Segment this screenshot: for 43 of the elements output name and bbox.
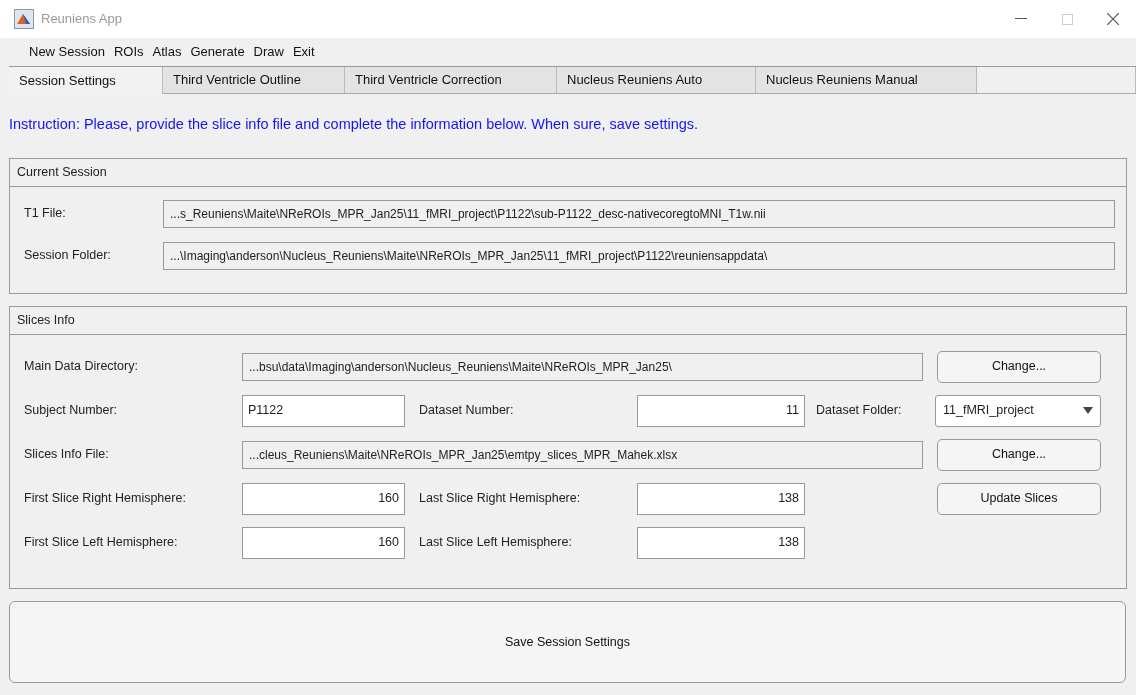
field-label: First Slice Right Hemisphere: bbox=[24, 490, 187, 508]
update-slices-button[interactable]: Update Slices bbox=[937, 482, 1101, 515]
menu-item[interactable]: Exit bbox=[289, 42, 318, 62]
field-label: Dataset Number: bbox=[419, 402, 515, 420]
field-label: Session Folder: bbox=[23, 247, 112, 265]
menu-item[interactable]: Generate bbox=[187, 42, 248, 62]
dropdown[interactable]: 11_fMRI_project bbox=[935, 394, 1101, 427]
field-label: T1 File: bbox=[23, 205, 67, 223]
field-label: Last Slice Left Hemisphere: bbox=[419, 534, 573, 552]
panel-title: Current Session bbox=[10, 159, 1126, 187]
text-field[interactable]: P1122 bbox=[242, 394, 405, 427]
number-field[interactable]: 138 bbox=[637, 526, 805, 559]
save-session-settings-button[interactable]: Save Session Settings bbox=[9, 601, 1126, 683]
number-field[interactable]: 160 bbox=[242, 526, 405, 559]
menu-item[interactable]: ROIs bbox=[110, 42, 147, 62]
field-label: Main Data Directory: bbox=[24, 358, 139, 376]
tab[interactable]: Third Ventricle Outline bbox=[163, 67, 345, 93]
menu-item[interactable]: Atlas bbox=[149, 42, 185, 62]
panel-title: Slices Info bbox=[10, 307, 1126, 335]
field-label: Slices Info File: bbox=[24, 446, 110, 464]
tab[interactable]: Nucleus Reuniens Manual bbox=[756, 67, 977, 93]
field-label: Dataset Folder: bbox=[816, 402, 903, 420]
path-field[interactable]: ...\Imaging\anderson\Nucleus_Reuniens\Maite\NReROIs_MPR_Jan25\11_fMRI_project\P1122\reuniensappdata\ bbox=[163, 241, 1115, 270]
caret-icon bbox=[1083, 407, 1093, 415]
menu-item[interactable]: Draw bbox=[250, 42, 287, 62]
tab[interactable]: Nucleus Reuniens Auto bbox=[557, 67, 756, 93]
number-field[interactable]: 160 bbox=[242, 482, 405, 515]
field-label: First Slice Left Hemisphere: bbox=[24, 534, 179, 552]
path-field[interactable]: ...s_Reuniens\Maite\NReROIs_MPR_Jan25\11_fMRI_project\P1122\sub-P1122_desc-nativecoregtoMNI_T1w.nii bbox=[163, 199, 1115, 228]
tab[interactable]: Third Ventricle Correction bbox=[345, 67, 557, 93]
change-button[interactable]: Change... bbox=[937, 350, 1101, 383]
window-title: Reuniens App bbox=[41, 10, 122, 29]
app-logo-icon bbox=[14, 9, 34, 29]
field-label: Last Slice Right Hemisphere: bbox=[419, 490, 582, 508]
path-field[interactable]: ...cleus_Reuniens\Maite\NReROIs_MPR_Jan25\emtpy_slices_MPR_Mahek.xlsx bbox=[242, 440, 923, 469]
number-field[interactable]: 11 bbox=[637, 394, 805, 427]
number-field[interactable]: 138 bbox=[637, 482, 805, 515]
instruction-text: Instruction: Please, provide the slice info file and complete the information below. When sure, save settings. bbox=[9, 116, 699, 132]
tab[interactable]: Session Settings bbox=[9, 67, 163, 94]
field-label: Subject Number: bbox=[24, 402, 119, 420]
change-button[interactable]: Change... bbox=[937, 438, 1101, 471]
menu-item[interactable]: New Session bbox=[26, 42, 108, 62]
path-field[interactable]: ...bsu\data\Imaging\anderson\Nucleus_Reuniens\Maite\NReROIs_MPR_Jan25\ bbox=[242, 352, 923, 381]
